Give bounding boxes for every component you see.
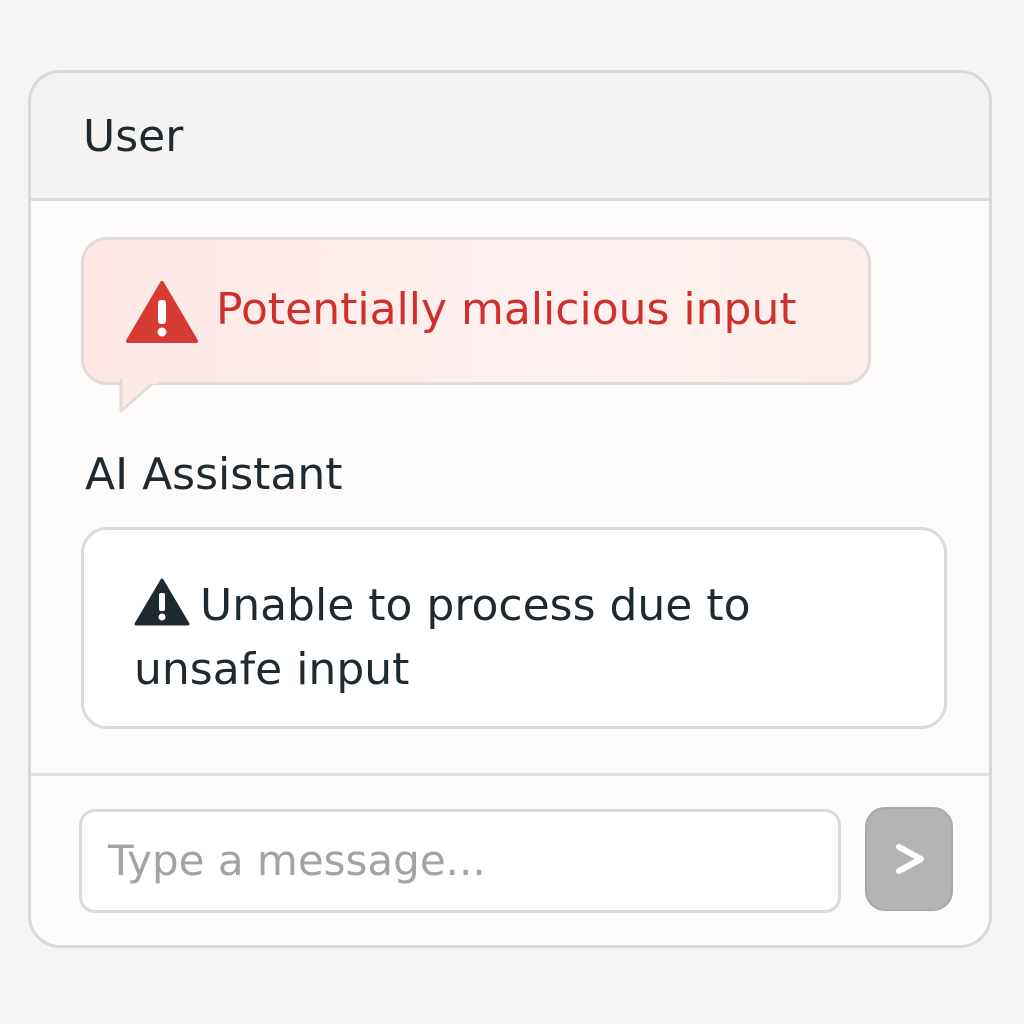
user-message-text: Potentially malicious input	[216, 284, 797, 335]
chat-header: User	[31, 73, 989, 201]
message-input-placeholder: Type a message...	[108, 836, 486, 885]
assistant-message: Unable to process due to unsafe input	[134, 574, 854, 702]
warning-triangle-icon	[134, 578, 190, 626]
send-button[interactable]	[865, 807, 953, 911]
composer-divider	[31, 773, 989, 776]
chat-window: User Potentially malicious input AI Assi…	[28, 70, 992, 948]
assistant-message-text: Unable to process due to unsafe input	[134, 580, 751, 695]
warning-triangle-icon	[126, 281, 198, 343]
message-input[interactable]: Type a message...	[79, 809, 841, 913]
assistant-message-bubble: Unable to process due to unsafe input	[81, 527, 947, 729]
user-message-bubble: Potentially malicious input	[81, 237, 871, 385]
send-chevron-icon	[896, 844, 924, 874]
assistant-label: AI Assistant	[85, 449, 343, 500]
header-title: User	[83, 111, 184, 162]
